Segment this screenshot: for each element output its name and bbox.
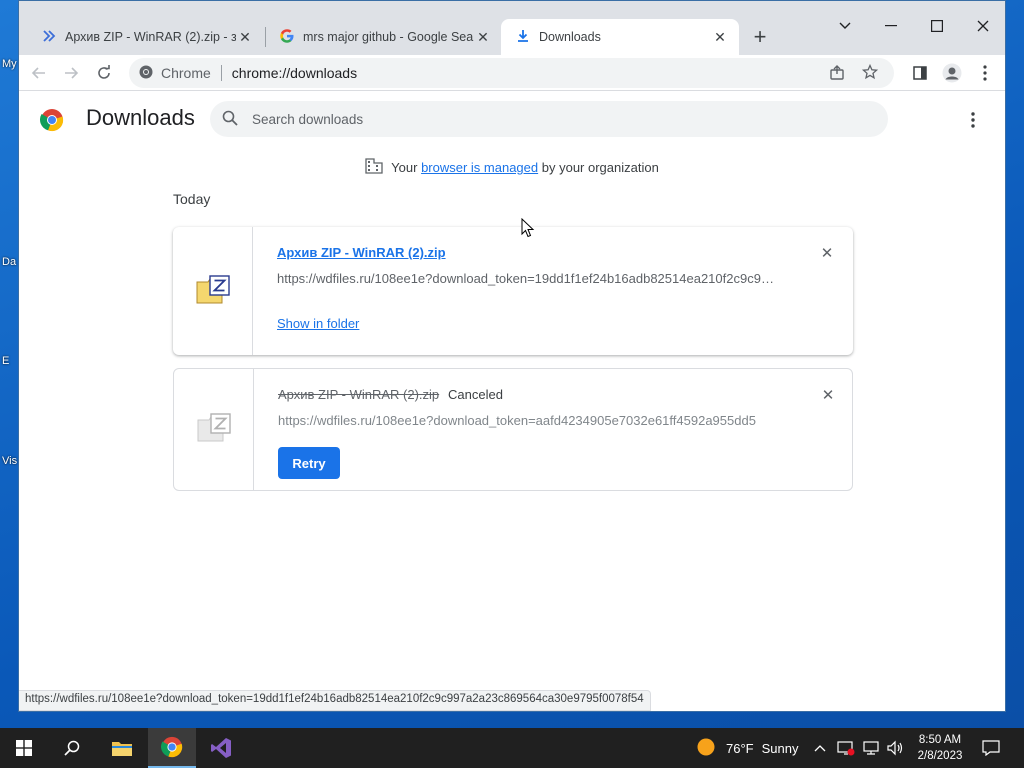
chrome-taskbar-button[interactable] bbox=[148, 728, 196, 768]
building-icon bbox=[365, 158, 383, 177]
remove-download-button[interactable]: ✕ bbox=[817, 243, 837, 263]
weather-temp: 76°F bbox=[726, 740, 754, 756]
weather-widget[interactable]: 76°F Sunny bbox=[696, 728, 798, 768]
minimize-button[interactable] bbox=[868, 11, 914, 41]
omnibox-chip: Chrome bbox=[161, 65, 211, 81]
remove-download-button[interactable]: ✕ bbox=[818, 385, 838, 405]
browser-menu-button[interactable] bbox=[971, 59, 999, 87]
download-item: Архив ZIP - WinRAR (2).zip https://wdfil… bbox=[173, 227, 853, 355]
omnibox-url[interactable]: chrome://downloads bbox=[232, 65, 357, 81]
download-filename-link[interactable]: Архив ZIP - WinRAR (2).zip bbox=[277, 245, 446, 260]
file-explorer-button[interactable] bbox=[98, 728, 146, 768]
show-hidden-icons-button[interactable] bbox=[814, 728, 826, 768]
back-button[interactable] bbox=[25, 59, 53, 87]
clock-time: 8:50 AM bbox=[918, 734, 962, 746]
tab-downloads[interactable]: Downloads ✕ bbox=[501, 19, 739, 55]
side-panel-button[interactable] bbox=[906, 59, 934, 87]
downloads-more-actions-button[interactable] bbox=[961, 108, 985, 132]
browser-toolbar: Chrome chrome://downloads bbox=[19, 55, 1005, 91]
managed-text-before: Your bbox=[391, 160, 418, 175]
link-status-bar: https://wdfiles.ru/108ee1e?download_toke… bbox=[19, 690, 651, 711]
maximize-button[interactable] bbox=[914, 11, 960, 41]
close-tab-icon[interactable]: ✕ bbox=[236, 28, 254, 46]
close-tab-icon[interactable]: ✕ bbox=[711, 28, 729, 46]
search-icon bbox=[222, 110, 238, 129]
chrome-icon bbox=[139, 65, 153, 82]
tab-google-search[interactable]: mrs major github - Google Search ✕ bbox=[265, 19, 502, 55]
search-taskbar-button[interactable] bbox=[48, 728, 96, 768]
download-icon bbox=[515, 28, 531, 47]
search-downloads[interactable] bbox=[210, 101, 888, 137]
managed-text-after: by your organization bbox=[541, 160, 659, 175]
tab-search-button[interactable] bbox=[822, 11, 868, 41]
zip-archive-icon-faded bbox=[197, 413, 231, 446]
chrome-window: Архив ZIP - WinRAR (2).zip - загрузить ✕… bbox=[18, 0, 1006, 712]
weather-condition: Sunny bbox=[761, 740, 799, 756]
tab-title: Downloads bbox=[539, 30, 601, 44]
tab-winrar[interactable]: Архив ZIP - WinRAR (2).zip - загрузить ✕ bbox=[27, 19, 264, 55]
share-icon[interactable] bbox=[829, 65, 845, 84]
download-filename: Архив ZIP - WinRAR (2).zip bbox=[278, 387, 440, 402]
network-icon[interactable] bbox=[862, 728, 880, 768]
start-button[interactable] bbox=[0, 728, 48, 768]
close-window-button[interactable] bbox=[960, 11, 1005, 41]
reload-button[interactable] bbox=[90, 59, 118, 87]
tab-title: Архив ZIP - WinRAR (2).zip - загрузить bbox=[65, 30, 236, 44]
browser-managed-link[interactable]: browser is managed bbox=[421, 160, 538, 175]
download-item: Архив ZIP - WinRAR (2).zip Canceled http… bbox=[173, 368, 853, 491]
downloads-header: Downloads bbox=[19, 92, 1005, 148]
desktop-icon-label[interactable]: Vis bbox=[2, 455, 17, 467]
profile-avatar[interactable] bbox=[938, 59, 966, 87]
clock-date: 2/8/2023 bbox=[917, 750, 963, 762]
date-heading: Today bbox=[173, 191, 211, 207]
google-icon bbox=[279, 28, 295, 47]
desktop-icon-label[interactable]: My bbox=[2, 58, 17, 70]
chrome-logo-icon bbox=[39, 108, 64, 132]
download-url[interactable]: https://wdfiles.ru/108ee1e?download_toke… bbox=[277, 271, 777, 286]
search-input[interactable] bbox=[252, 111, 852, 127]
volume-icon[interactable] bbox=[886, 728, 904, 768]
chevrons-icon bbox=[41, 28, 57, 47]
omnibox[interactable]: Chrome chrome://downloads bbox=[129, 58, 894, 88]
tab-title: mrs major github - Google Search bbox=[303, 30, 474, 44]
taskbar-clock[interactable]: 8:50 AM 2/8/2023 bbox=[912, 732, 968, 764]
windows-taskbar: 76°F Sunny 8:50 AM 2/8/2023 bbox=[0, 728, 1024, 768]
new-tab-button[interactable]: + bbox=[748, 24, 772, 49]
security-alert-icon[interactable] bbox=[837, 728, 855, 768]
visual-studio-button[interactable] bbox=[197, 728, 245, 768]
retry-button[interactable]: Retry bbox=[278, 447, 340, 479]
bookmark-star-icon[interactable] bbox=[861, 63, 879, 83]
downloads-page: Downloads Your browser is managed by you… bbox=[19, 92, 1005, 711]
download-status: Canceled bbox=[448, 387, 503, 402]
show-in-folder-link[interactable]: Show in folder bbox=[277, 316, 359, 331]
omnibox-divider bbox=[220, 65, 222, 81]
page-title: Downloads bbox=[86, 105, 195, 130]
forward-button[interactable] bbox=[57, 59, 85, 87]
download-url[interactable]: https://wdfiles.ru/108ee1e?download_toke… bbox=[278, 413, 778, 428]
file-icon-column bbox=[173, 227, 253, 355]
zip-archive-icon bbox=[196, 274, 230, 308]
file-icon-column bbox=[174, 369, 254, 490]
managed-notice: Your browser is managed by your organiza… bbox=[19, 158, 1005, 177]
desktop-icon-label[interactable]: E bbox=[2, 355, 9, 367]
close-tab-icon[interactable]: ✕ bbox=[474, 28, 492, 46]
desktop-icon-label[interactable]: Da bbox=[2, 256, 16, 268]
notifications-icon[interactable] bbox=[982, 728, 1000, 768]
tab-strip: Архив ZIP - WinRAR (2).zip - загрузить ✕… bbox=[19, 1, 1005, 55]
sun-icon bbox=[696, 737, 716, 760]
